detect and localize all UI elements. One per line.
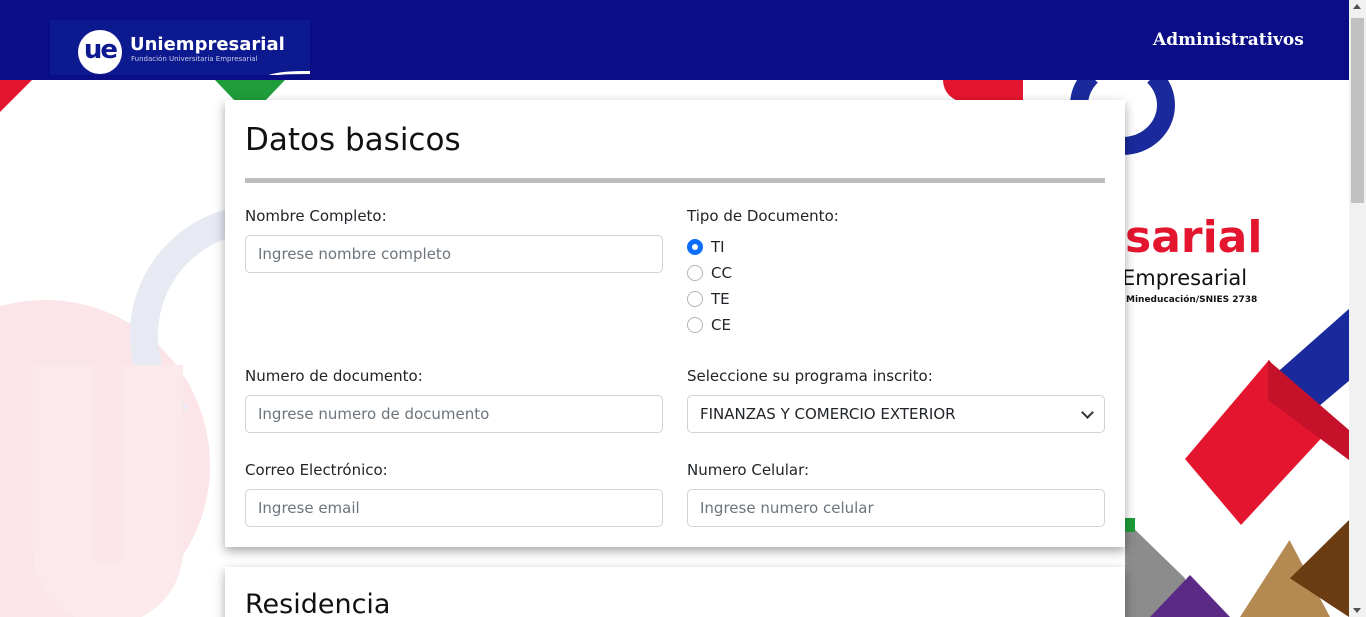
residence-title: Residencia [245, 589, 391, 617]
scroll-up-arrow-icon[interactable] [1353, 4, 1361, 9]
nav-link-administrativos[interactable]: Administrativos [1153, 30, 1304, 50]
chevron-down-icon [1081, 405, 1094, 419]
doc-type-option-ce[interactable]: CE [687, 315, 731, 335]
scrollbar-thumb[interactable] [1351, 18, 1364, 203]
email-input[interactable] [245, 489, 663, 527]
bg-brand-sub: Empresarial [1122, 266, 1248, 290]
logo-name: Uniempresarial [130, 34, 285, 55]
phone-label: Numero Celular: [687, 461, 810, 479]
doc-type-option-te[interactable]: TE [687, 289, 730, 309]
top-navbar: ue Uniempresarial Fundación Universitari… [0, 0, 1349, 80]
radio-ti[interactable] [687, 239, 703, 255]
basic-data-card: Datos basicos Nombre Completo: Tipo de D… [225, 100, 1125, 547]
doc-number-label: Numero de documento: [245, 367, 423, 385]
basic-data-title: Datos basicos [245, 122, 461, 158]
doc-type-option-cc[interactable]: CC [687, 263, 732, 283]
program-label: Seleccione su programa inscrito: [687, 367, 933, 385]
full-name-label: Nombre Completo: [245, 207, 387, 225]
program-select[interactable]: FINANZAS Y COMERCIO EXTERIOR [687, 395, 1105, 433]
brand-logo[interactable]: ue Uniempresarial Fundación Universitari… [50, 20, 310, 75]
bg-brand-word: sarial [1125, 212, 1263, 263]
phone-input[interactable] [687, 489, 1105, 527]
page-scrollbar[interactable] [1349, 0, 1366, 617]
logo-subtitle: Fundación Universitaria Empresarial [131, 55, 258, 63]
radio-ce-label: CE [711, 316, 731, 334]
radio-ce[interactable] [687, 317, 703, 333]
full-name-input[interactable] [245, 235, 663, 273]
radio-ti-label: TI [711, 238, 725, 256]
bg-red-block [943, 80, 1023, 102]
title-divider [245, 178, 1105, 183]
email-label: Correo Electrónico: [245, 461, 388, 479]
scroll-down-arrow-icon[interactable] [1353, 608, 1361, 613]
bg-green-strip [215, 80, 285, 102]
radio-te-label: TE [711, 290, 730, 308]
doc-type-option-ti[interactable]: TI [687, 237, 725, 257]
doc-number-input[interactable] [245, 395, 663, 433]
logo-mark-icon: ue [78, 30, 122, 74]
radio-te[interactable] [687, 291, 703, 307]
logo-arc-decoration [265, 71, 310, 75]
program-selected-value: FINANZAS Y COMERCIO EXTERIOR [700, 405, 956, 423]
radio-cc[interactable] [687, 265, 703, 281]
residence-card: Residencia [225, 567, 1125, 617]
bg-letter-u [33, 365, 183, 617]
doc-type-label: Tipo de Documento: [687, 207, 839, 225]
bg-brand-note: Mineducación/SNIES 2738 [1126, 295, 1258, 305]
radio-cc-label: CC [711, 264, 732, 282]
bg-diag-green [1125, 518, 1135, 532]
bg-red-corner [0, 80, 32, 112]
